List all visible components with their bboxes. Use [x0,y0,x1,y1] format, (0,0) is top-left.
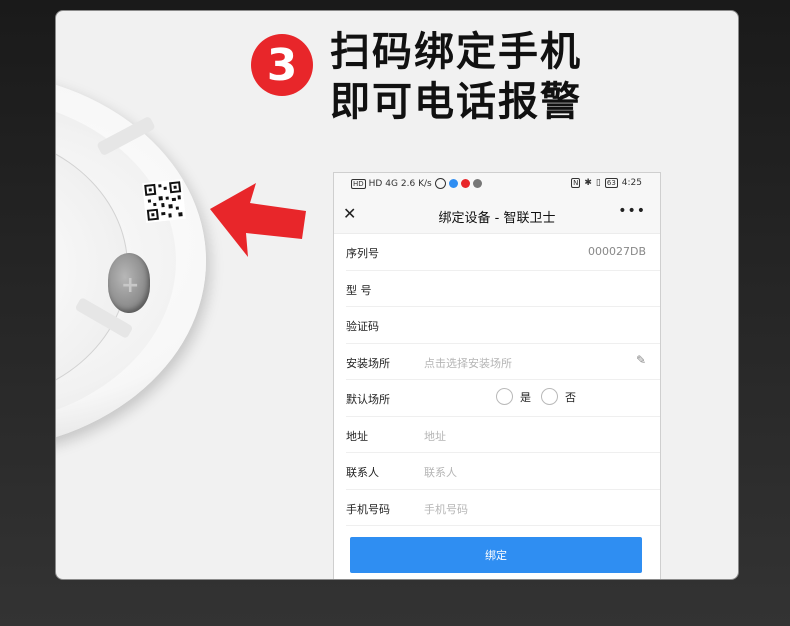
more-dots-icon[interactable]: ••• [618,203,646,219]
radio-no[interactable] [541,388,558,405]
install-location-field[interactable]: 点击选择安装场所 [424,355,512,371]
title-line-1: 扫码绑定手机 [330,29,582,75]
model-row[interactable]: 型 号 [346,271,660,307]
qr-code-icon [142,179,186,223]
phone-number-field[interactable]: 手机号码 [424,501,468,517]
contact-row[interactable]: 联系人 联系人 [346,453,660,490]
default-location-row: 默认场所 是 否 [346,380,660,417]
status-left: HD HD 4G 2.6 K/s [351,178,482,189]
default-location-radio-group: 是 否 [496,388,586,405]
battery-icon: 63 [604,178,618,188]
step-number-badge: 3 [251,34,313,96]
serial-number-value: 000027DB [587,245,646,258]
phone-number-label: 手机号码 [346,502,390,516]
radio-yes[interactable] [496,388,513,405]
status-right: N ✱ ▯ 63 4:25 [571,178,642,188]
bind-button[interactable]: 绑定 [350,537,642,573]
app-bar: ✕ 绑定设备 - 智联卫士 ••• [334,195,660,234]
phone-screenshot: HD HD 4G 2.6 K/s N ✱ ▯ 63 4:25 ✕ 绑定设备 - … [333,172,661,579]
contact-field[interactable]: 联系人 [424,464,457,480]
install-location-label: 安装场所 [346,356,390,370]
app-notification-icon [460,179,470,188]
detector-test-button: + [108,253,150,313]
verify-code-row[interactable]: 验证码 [346,307,660,344]
serial-number-label: 序列号 [346,247,379,260]
phone-number-row[interactable]: 手机号码 手机号码 [346,490,660,526]
install-location-row[interactable]: 安装场所 点击选择安装场所 ✎ [346,344,660,380]
hd-indicator-icon: HD [351,178,366,189]
radio-yes-label[interactable]: 是 [520,389,531,405]
default-location-label: 默认场所 [346,393,390,406]
clock: 4:25 [621,178,642,188]
app-notification-icon [448,179,458,188]
address-field[interactable]: 地址 [424,428,446,444]
radio-no-label[interactable]: 否 [565,389,576,405]
page-title: 扫码绑定手机 即可电话报警 [330,27,582,127]
bluetooth-icon: ✱ [584,178,592,188]
product-card: + 3 扫码绑定手机 即可电话报警 HD HD 4G 2.6 K/s N ✱ ▯… [55,10,739,580]
edit-pencil-icon[interactable]: ✎ [636,353,646,367]
serial-number-row: 序列号 000027DB [346,234,660,271]
network-speed: 2.6 K/s [400,178,432,189]
status-bar: HD HD 4G 2.6 K/s N ✱ ▯ 63 4:25 [334,173,660,195]
address-label: 地址 [346,429,368,443]
signal-indicators: HD 4G [368,178,398,189]
model-label: 型 号 [346,283,372,297]
contact-label: 联系人 [346,466,379,479]
title-line-2: 即可电话报警 [330,79,582,125]
wechat-icon [472,179,482,188]
vibrate-icon: ▯ [595,178,601,188]
address-row[interactable]: 地址 地址 [346,417,660,453]
nfc-icon: N [571,178,581,188]
notification-icon [434,178,446,189]
app-title: 绑定设备 - 智联卫士 [438,211,556,226]
verify-code-label: 验证码 [346,320,379,333]
red-arrow-icon [210,183,306,257]
